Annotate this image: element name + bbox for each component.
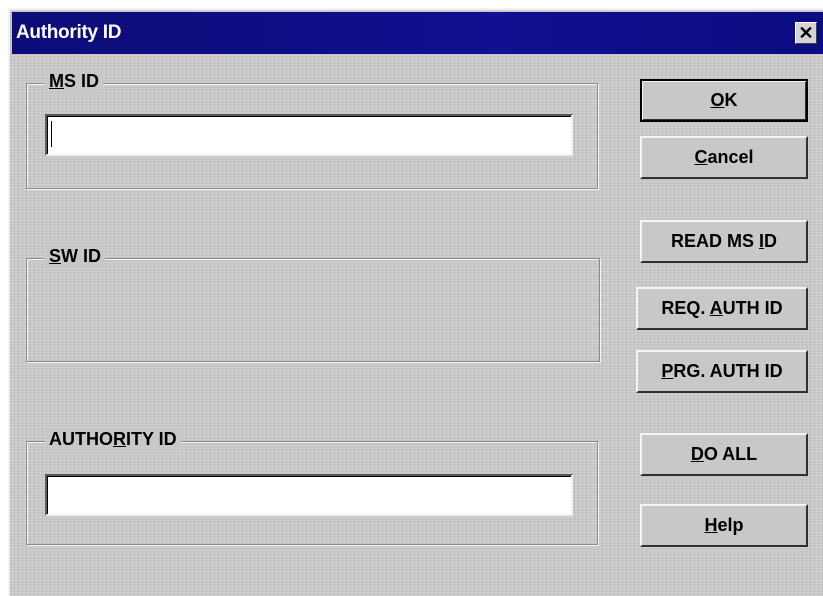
do-all-button[interactable]: DO ALL <box>640 433 808 476</box>
title-bar[interactable]: Authority ID ✕ <box>12 12 823 54</box>
close-icon: ✕ <box>798 23 814 43</box>
close-button[interactable]: ✕ <box>795 22 817 44</box>
cancel-button[interactable]: Cancel <box>640 136 808 179</box>
ok-button[interactable]: OK <box>640 79 808 122</box>
authority-id-input[interactable] <box>45 474 573 516</box>
ms-id-label: MS ID <box>45 71 104 92</box>
authority-id-dialog: Authority ID ✕ MS ID SW ID AUTHORITY ID … <box>8 8 823 596</box>
authority-id-label: AUTHORITY ID <box>45 429 181 450</box>
help-button[interactable]: Help <box>640 504 808 547</box>
req-auth-id-button[interactable]: REQ. AUTH ID <box>636 287 808 330</box>
sw-id-group: SW ID <box>26 246 600 362</box>
sw-id-label: SW ID <box>45 246 106 267</box>
ms-id-group: MS ID <box>26 71 598 189</box>
text-caret <box>51 121 52 147</box>
ms-id-input[interactable] <box>45 114 573 156</box>
authority-id-group: AUTHORITY ID <box>26 429 598 545</box>
window-title: Authority ID <box>16 22 122 43</box>
prg-auth-id-button[interactable]: PRG. AUTH ID <box>636 350 808 393</box>
read-ms-id-button[interactable]: READ MS ID <box>640 220 808 263</box>
